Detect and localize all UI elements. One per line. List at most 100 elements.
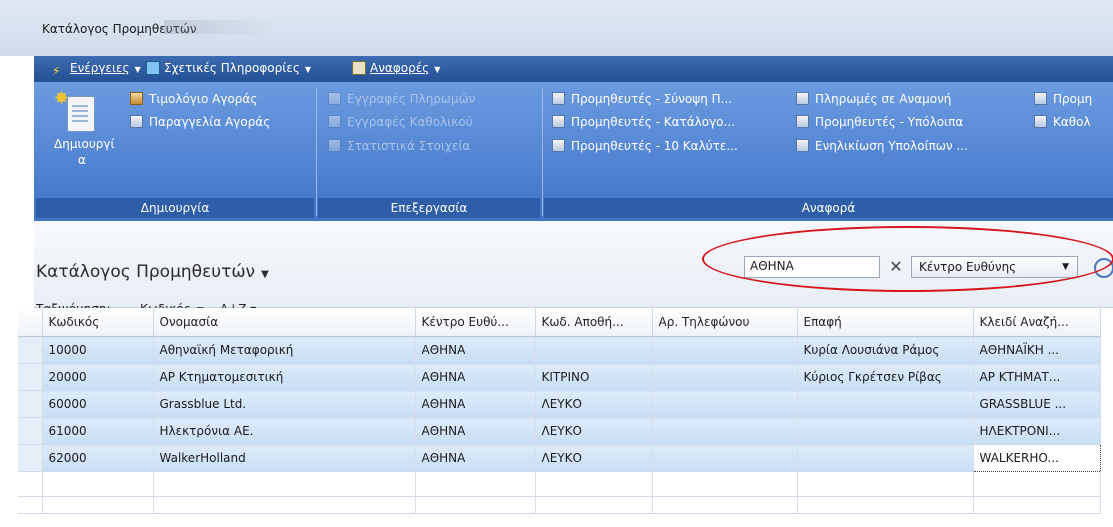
payment-entries-label: Εγγραφές Πληρωμών	[347, 92, 476, 106]
title-bar: Κατάλογος Προμηθευτών	[0, 0, 1113, 56]
ribbon: ✸ Δημιουργί α Τιμολόγιο Αγοράς Παραγγελί…	[34, 82, 1113, 221]
table-cell	[652, 336, 798, 364]
table-cell: GRASSBLUE ...	[973, 390, 1101, 418]
table-cell: 10000	[42, 336, 154, 364]
table-cell: 61000	[42, 417, 154, 445]
group-label-process: Επεξεργασία	[318, 198, 540, 218]
report-top10-button[interactable]: Προμηθευτές - 10 Καλύτε...	[552, 139, 738, 153]
table-row	[18, 496, 1101, 514]
report-pending-label: Πληρωμές σε Αναμονή	[815, 92, 952, 106]
purchase-invoice-label: Τιμολόγιο Αγοράς	[149, 92, 258, 106]
page-title[interactable]: Κατάλογος Προμηθευτών ▼	[36, 262, 269, 282]
report-icon	[796, 139, 809, 152]
table-cell	[652, 363, 798, 391]
report-icon	[796, 115, 809, 128]
table-cell: Κυρία Λουσιάνα Ράμος	[797, 336, 974, 364]
statistics-label: Στατιστικά Στοιχεία	[347, 139, 471, 153]
table-cell: Grassblue Ltd.	[153, 390, 416, 418]
purchase-order-button[interactable]: Παραγγελία Αγοράς	[130, 115, 270, 129]
report-summary-button[interactable]: Προμηθευτές - Σύνοψη Π...	[552, 92, 732, 106]
statistics-button[interactable]: Στατιστικά Στοιχεία	[328, 139, 470, 153]
column-header[interactable]: Κωδικός	[42, 308, 154, 337]
page-title-text: Κατάλογος Προμηθευτών	[36, 262, 256, 282]
group-divider	[316, 88, 317, 216]
column-header[interactable]: Αρ. Τηλεφώνου	[652, 308, 798, 337]
ledger-entries-button[interactable]: Εγγραφές Καθολικού	[328, 115, 473, 129]
menu-related-label: Σχετικές Πληροφορίες	[164, 61, 300, 75]
report-icon	[352, 61, 366, 75]
report-more1-button[interactable]: Προμη	[1034, 92, 1092, 106]
row-selector[interactable]	[18, 336, 43, 364]
menu-reports[interactable]: Αναφορές ▼	[352, 61, 440, 75]
ledger-icon	[1034, 115, 1047, 128]
menu-actions-label: Ενέργειες	[70, 61, 130, 75]
menu-bar: ⚡ Ενέργειες ▼ Σχετικές Πληροφορίες ▼ Αναφορ…	[34, 56, 1113, 82]
table-cell: ΑΘΗΝΑ	[415, 336, 536, 364]
table-cell: Αθηναϊκή Μεταφορική	[153, 336, 416, 364]
new-document-icon	[67, 96, 95, 132]
order-icon	[130, 115, 143, 128]
table-row[interactable]: 62000 WalkerHolland ΑΘΗΝΑ ΛΕΥΚΟ WALKERHO…	[18, 444, 1101, 472]
table-cell: ΑΘΗΝΑΪΚΗ ...	[973, 336, 1101, 364]
report-summary-label: Προμηθευτές - Σύνοψη Π...	[571, 92, 733, 106]
payment-entries-button[interactable]: Εγγραφές Πληρωμών	[328, 92, 475, 106]
row-selector	[18, 471, 43, 497]
chevron-down-icon: ▼	[304, 65, 312, 74]
group-divider	[542, 88, 543, 216]
table-cell: ΛΕΥΚΟ	[535, 444, 653, 472]
table-cell: 62000	[42, 444, 154, 472]
row-selector[interactable]	[18, 444, 43, 472]
table-cell: Κύριος Γκρέτσεν Ρίβας	[797, 363, 974, 391]
table-cell: 20000	[42, 363, 154, 391]
table-row[interactable]: 10000 Αθηναϊκή Μεταφορική ΑΘΗΝΑ Κυρία Λο…	[18, 336, 1101, 364]
report-list-button[interactable]: Προμηθευτές - Κατάλογο...	[552, 115, 735, 129]
ledger-entries-label: Εγγραφές Καθολικού	[347, 115, 473, 129]
report-icon	[552, 115, 565, 128]
table-header-row: Κωδικός Ονομασία Κέντρο Ευθύ... Κωδ. Απο…	[18, 308, 1101, 337]
table-cell: ΛΕΥΚΟ	[535, 417, 653, 445]
column-header[interactable]: Επαφή	[797, 308, 974, 337]
column-header[interactable]: Κέντρο Ευθύ...	[415, 308, 536, 337]
vendor-table: Κωδικός Ονομασία Κέντρο Ευθύ... Κωδ. Απο…	[18, 308, 1101, 514]
table-cell[interactable]: WALKERHO...	[972, 444, 1101, 472]
menu-reports-label: Αναφορές	[370, 61, 430, 75]
table-cell: ΗΛΕΚΤΡΟΝΙ...	[973, 417, 1101, 445]
table-row[interactable]: 60000 Grassblue Ltd. ΑΘΗΝΑ ΛΕΥΚΟ GRASSBL…	[18, 390, 1101, 418]
table-cell: ΑΡ ΚΤΗΜΑΤ...	[973, 363, 1101, 391]
report-more1-label: Προμη	[1053, 92, 1093, 106]
report-aging-label: Ενηλικίωση Υπολοίπων ...	[815, 139, 968, 153]
row-selector[interactable]	[18, 363, 43, 391]
column-header[interactable]: Κλειδί Αναζή...	[973, 308, 1101, 337]
column-header[interactable]: Ονομασία	[153, 308, 416, 337]
report-aging-button[interactable]: Ενηλικίωση Υπολοίπων ...	[796, 139, 968, 153]
table-cell: ΚΙΤΡΙΝΟ	[535, 363, 653, 391]
table-cell: Ηλεκτρόνια ΑΕ.	[153, 417, 416, 445]
report-top10-label: Προμηθευτές - 10 Καλύτε...	[571, 139, 738, 153]
chevron-down-icon: ▼	[134, 65, 141, 74]
report-balance-button[interactable]: Προμηθευτές - Υπόλοιπα	[796, 115, 963, 129]
menu-related[interactable]: Σχετικές Πληροφορίες ▼	[146, 61, 311, 75]
group-label-report: Αναφορά	[544, 198, 1113, 218]
report-icon	[1034, 92, 1047, 105]
report-icon	[796, 92, 809, 105]
table-row[interactable]: 20000 ΑΡ Κτηματομεσιτική ΑΘΗΝΑ ΚΙΤΡΙΝΟ Κ…	[18, 363, 1101, 391]
table-cell: ΑΡ Κτηματομεσιτική	[153, 363, 416, 391]
menu-actions[interactable]: ⚡ Ενέργειες ▼	[52, 61, 141, 78]
row-selector[interactable]	[18, 390, 43, 418]
table-cell: ΑΘΗΝΑ	[415, 363, 536, 391]
table-row[interactable]: 61000 Ηλεκτρόνια ΑΕ. ΑΘΗΝΑ ΛΕΥΚΟ ΗΛΕΚΤΡΟ…	[18, 417, 1101, 445]
row-selector[interactable]	[18, 417, 43, 445]
ledger-icon	[328, 115, 341, 128]
new-button-label: Δημιουργί α	[54, 137, 115, 167]
statistics-icon	[328, 139, 341, 152]
report-more2-label: Καθολ	[1053, 115, 1091, 129]
table-cell	[652, 444, 798, 472]
entries-icon	[328, 92, 341, 105]
report-icon	[552, 139, 565, 152]
report-pending-button[interactable]: Πληρωμές σε Αναμονή	[796, 92, 951, 106]
column-header[interactable]: Κωδ. Αποθή...	[535, 308, 653, 337]
purchase-invoice-button[interactable]: Τιμολόγιο Αγοράς	[130, 92, 257, 106]
title-blur	[164, 20, 274, 34]
table-cell: 60000	[42, 390, 154, 418]
report-more2-button[interactable]: Καθολ	[1034, 115, 1091, 129]
